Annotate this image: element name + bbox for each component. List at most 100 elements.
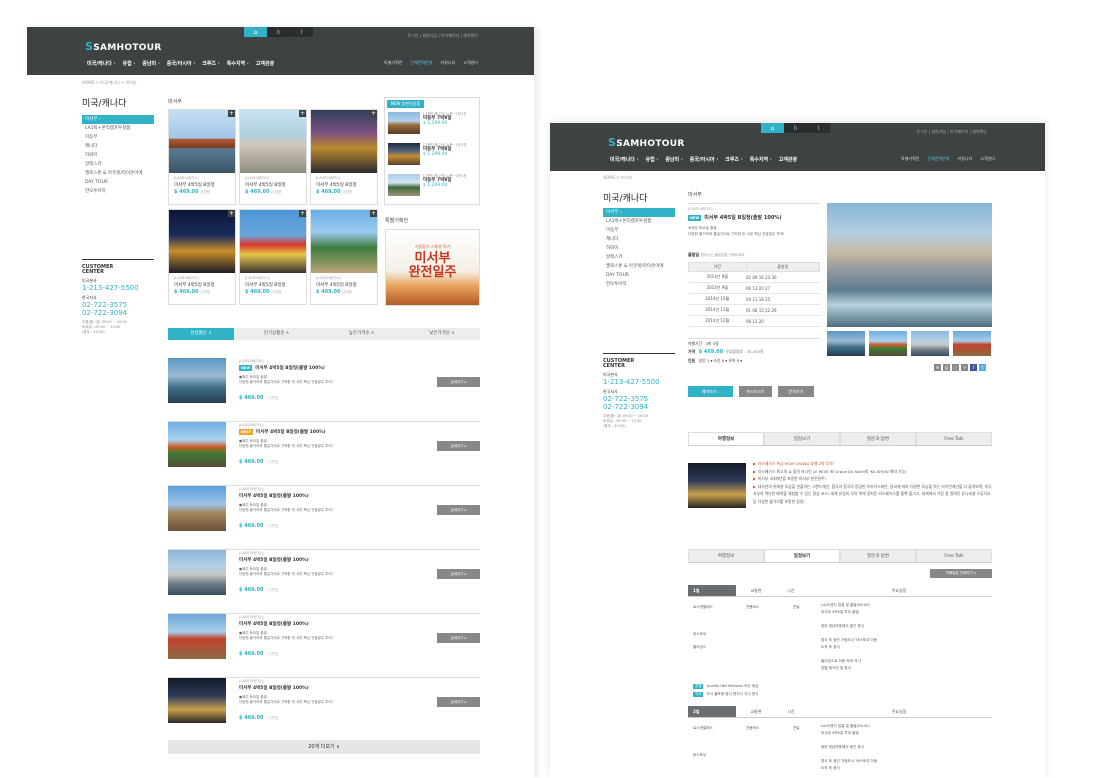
detail-tab[interactable]: 일정보기: [764, 432, 840, 445]
right-nav-item[interactable]: 특별기획전: [901, 156, 919, 162]
side-menu-item[interactable]: 캐나다: [603, 235, 675, 244]
list-photo[interactable]: [168, 550, 226, 595]
side-menu-item[interactable]: 캐나다: [82, 142, 154, 151]
thumb[interactable]: [827, 331, 865, 356]
sort-tab[interactable]: 높은가격순 ∧: [319, 328, 404, 340]
side-menu-item[interactable]: 한모투어지: [82, 187, 154, 196]
product-card[interactable]: + [LA/라스베가스] 미서부 4박5일 B일정 $ 469.00 /1인당: [310, 209, 378, 305]
list-photo[interactable]: [168, 486, 226, 531]
gnb-item[interactable]: 미국/캐나다 ·: [87, 60, 115, 67]
thumb[interactable]: [953, 331, 991, 356]
more-button[interactable]: 20개 더보기 ∨: [168, 740, 480, 754]
side-menu-item[interactable]: 알래스카: [603, 253, 675, 262]
thumb[interactable]: [869, 331, 907, 356]
plus-icon[interactable]: +: [370, 110, 377, 117]
inquiry-button[interactable]: 문의하기: [778, 386, 814, 397]
copy-icon[interactable]: ▢: [952, 364, 959, 371]
util-nav[interactable]: 로그인 | 회원가입 | 마이페이지 | 예약확인: [916, 129, 987, 135]
gnb-item[interactable]: 크루즈 ·: [202, 60, 219, 67]
util-nav[interactable]: 로그인 | 회원가입 | 마이페이지 | 예약확인: [407, 33, 478, 39]
product-card[interactable]: + [LA/라스베가스] 미서부 4박5일 B일정 $ 469.00 /1인당: [239, 109, 307, 205]
list-title[interactable]: 미서부 4박5일 B일정(출발 100%): [239, 493, 309, 499]
home-icon[interactable]: ⌂: [244, 27, 267, 37]
link-icon[interactable]: ⚲: [961, 364, 968, 371]
side-menu-item[interactable]: 알래스카: [82, 160, 154, 169]
reserve-button[interactable]: 예약하기 ›: [688, 386, 733, 397]
departure-row[interactable]: 2014년 9월 06 13 20 27: [688, 282, 820, 294]
side-menu-item[interactable]: 미서부 ›: [82, 115, 154, 124]
plus-icon[interactable]: +: [299, 110, 306, 117]
gnb-item[interactable]: 특수지역 ·: [227, 60, 249, 67]
gnb-item[interactable]: 특수지역 ·: [750, 156, 772, 163]
blog-icon[interactable]: b: [267, 27, 290, 37]
side-menu-item[interactable]: LA1박+온리캠프투성품: [82, 124, 154, 133]
side-menu-item[interactable]: 한모투어지: [603, 280, 675, 289]
mail-icon[interactable]: ✉: [934, 364, 941, 371]
side-menu-item[interactable]: LA1박+온리캠프투성품: [603, 217, 675, 226]
gnb-item[interactable]: 고객관광: [779, 156, 797, 163]
new-item[interactable]: [그랜드캐니언] 뉴욕~1만1천 미동부 7박8일 $ 1,299.00: [388, 143, 466, 165]
plus-icon[interactable]: +: [370, 210, 377, 217]
sort-tab[interactable]: 낮은가격순 ∧: [404, 328, 480, 340]
logo[interactable]: SSAMHOTOUR: [85, 40, 162, 53]
new-item[interactable]: [그랜드캐니언] 뉴욕~1만1천 미동부 7박8일 $ 1,299.00: [388, 112, 466, 134]
sort-tab[interactable]: 인기상품순 ∧: [234, 328, 319, 340]
list-photo[interactable]: [168, 614, 226, 659]
detail-tab[interactable]: 일정보기: [764, 549, 840, 562]
side-menu-item[interactable]: 하와이: [82, 151, 154, 160]
side-menu-item[interactable]: 옐로스톤 & 아웃렛/라이온이에: [603, 262, 675, 271]
detail-button[interactable]: 상세보기 ▸: [437, 377, 480, 387]
list-title[interactable]: 미서부 4박5일 B일정(출발 100%): [239, 557, 309, 563]
print-schedule-button[interactable]: 여행일정 인쇄하기 ∨: [930, 569, 992, 578]
list-title[interactable]: 미서부 4박5일 B일정(출발 100%): [239, 621, 309, 627]
side-menu-item[interactable]: DAY TOUR: [603, 271, 675, 280]
gnb-item[interactable]: 미국/캐나다 ·: [610, 156, 638, 163]
product-card[interactable]: + [LA/라스베가스] 미서부 4박5일 B일정 $ 469.00 /1인당: [310, 109, 378, 205]
detail-tab[interactable]: 질문과 답변: [840, 549, 916, 562]
print-icon[interactable]: ⎙: [943, 364, 950, 371]
list-title[interactable]: 미서부 4박5일 B일정(출발 100%): [239, 685, 309, 691]
plus-icon[interactable]: +: [299, 210, 306, 217]
departure-row[interactable]: 2014년 9월 02 09 16 23 30: [688, 271, 820, 283]
gnb-item[interactable]: 중국/아시아 ·: [690, 156, 718, 163]
departure-row[interactable]: 2014년 10월 04 11 18 25: [688, 293, 820, 305]
side-menu-item[interactable]: 하와이: [603, 244, 675, 253]
list-photo[interactable]: [168, 678, 226, 723]
gnb-item[interactable]: 유럽 ·: [122, 60, 135, 67]
right-nav-item[interactable]: 커뮤니티: [441, 60, 456, 66]
logo[interactable]: SSAMHOTOUR: [608, 136, 685, 149]
list-photo[interactable]: [168, 358, 226, 403]
home-icon[interactable]: ⌂: [761, 123, 784, 133]
detail-tab[interactable]: Free Talk: [916, 432, 992, 445]
right-nav-item[interactable]: 특별기획전: [384, 60, 402, 66]
right-nav-item[interactable]: 고객센터: [463, 60, 478, 66]
thumb[interactable]: [911, 331, 949, 356]
detail-tab[interactable]: 여행정보: [688, 432, 764, 445]
side-menu-item[interactable]: 미서부 ›: [603, 208, 675, 217]
blog-icon[interactable]: b: [784, 123, 807, 133]
gnb-item[interactable]: 중남미 ·: [665, 156, 682, 163]
right-nav-item[interactable]: 단체견적문의: [927, 156, 949, 162]
side-menu-item[interactable]: 옐로스톤 & 아웃렛/라이온이에: [82, 169, 154, 178]
side-menu-item[interactable]: 미동부: [82, 133, 154, 142]
gnb-item[interactable]: 유럽 ·: [645, 156, 658, 163]
right-nav-item[interactable]: 단체견적문의: [410, 60, 432, 66]
gnb-item[interactable]: 중국/아시아 ·: [167, 60, 195, 67]
list-title[interactable]: BEST 미서부 4박5일 B일정(출발 100%): [239, 429, 326, 435]
gnb-item[interactable]: 크루즈 ·: [725, 156, 742, 163]
detail-tab[interactable]: 질문과 답변: [840, 432, 916, 445]
wishlist-button[interactable]: 위시리스트: [739, 386, 772, 397]
promo-banner[interactable]: 가을맞이 스페셜 특가 미서부 완전일주: [385, 229, 480, 306]
plus-icon[interactable]: +: [228, 110, 235, 117]
detail-tab[interactable]: Free Talk: [916, 549, 992, 562]
detail-button[interactable]: 상세보기 ▸: [437, 633, 480, 643]
detail-tab[interactable]: 여행정보: [688, 549, 764, 562]
side-menu-item[interactable]: DAY TOUR: [82, 178, 154, 187]
plus-icon[interactable]: +: [228, 210, 235, 217]
product-card[interactable]: + [LA/라스베가스] 미서부 4박5일 B일정 $ 469.00 /1인당: [168, 209, 236, 305]
people-row[interactable]: 인원 성인 1 ▾ 소인 0 ▾ 유아 0 ▾: [688, 358, 742, 364]
right-nav-item[interactable]: 커뮤니티: [958, 156, 973, 162]
product-card[interactable]: + [LA/라스베가스] 미서부 4박5일 B일정 $ 469.00 /1인당: [239, 209, 307, 305]
detail-button[interactable]: 상세보기 ▸: [437, 505, 480, 515]
departure-row[interactable]: 2014년 11월 01 08 15 22 29: [688, 304, 820, 316]
